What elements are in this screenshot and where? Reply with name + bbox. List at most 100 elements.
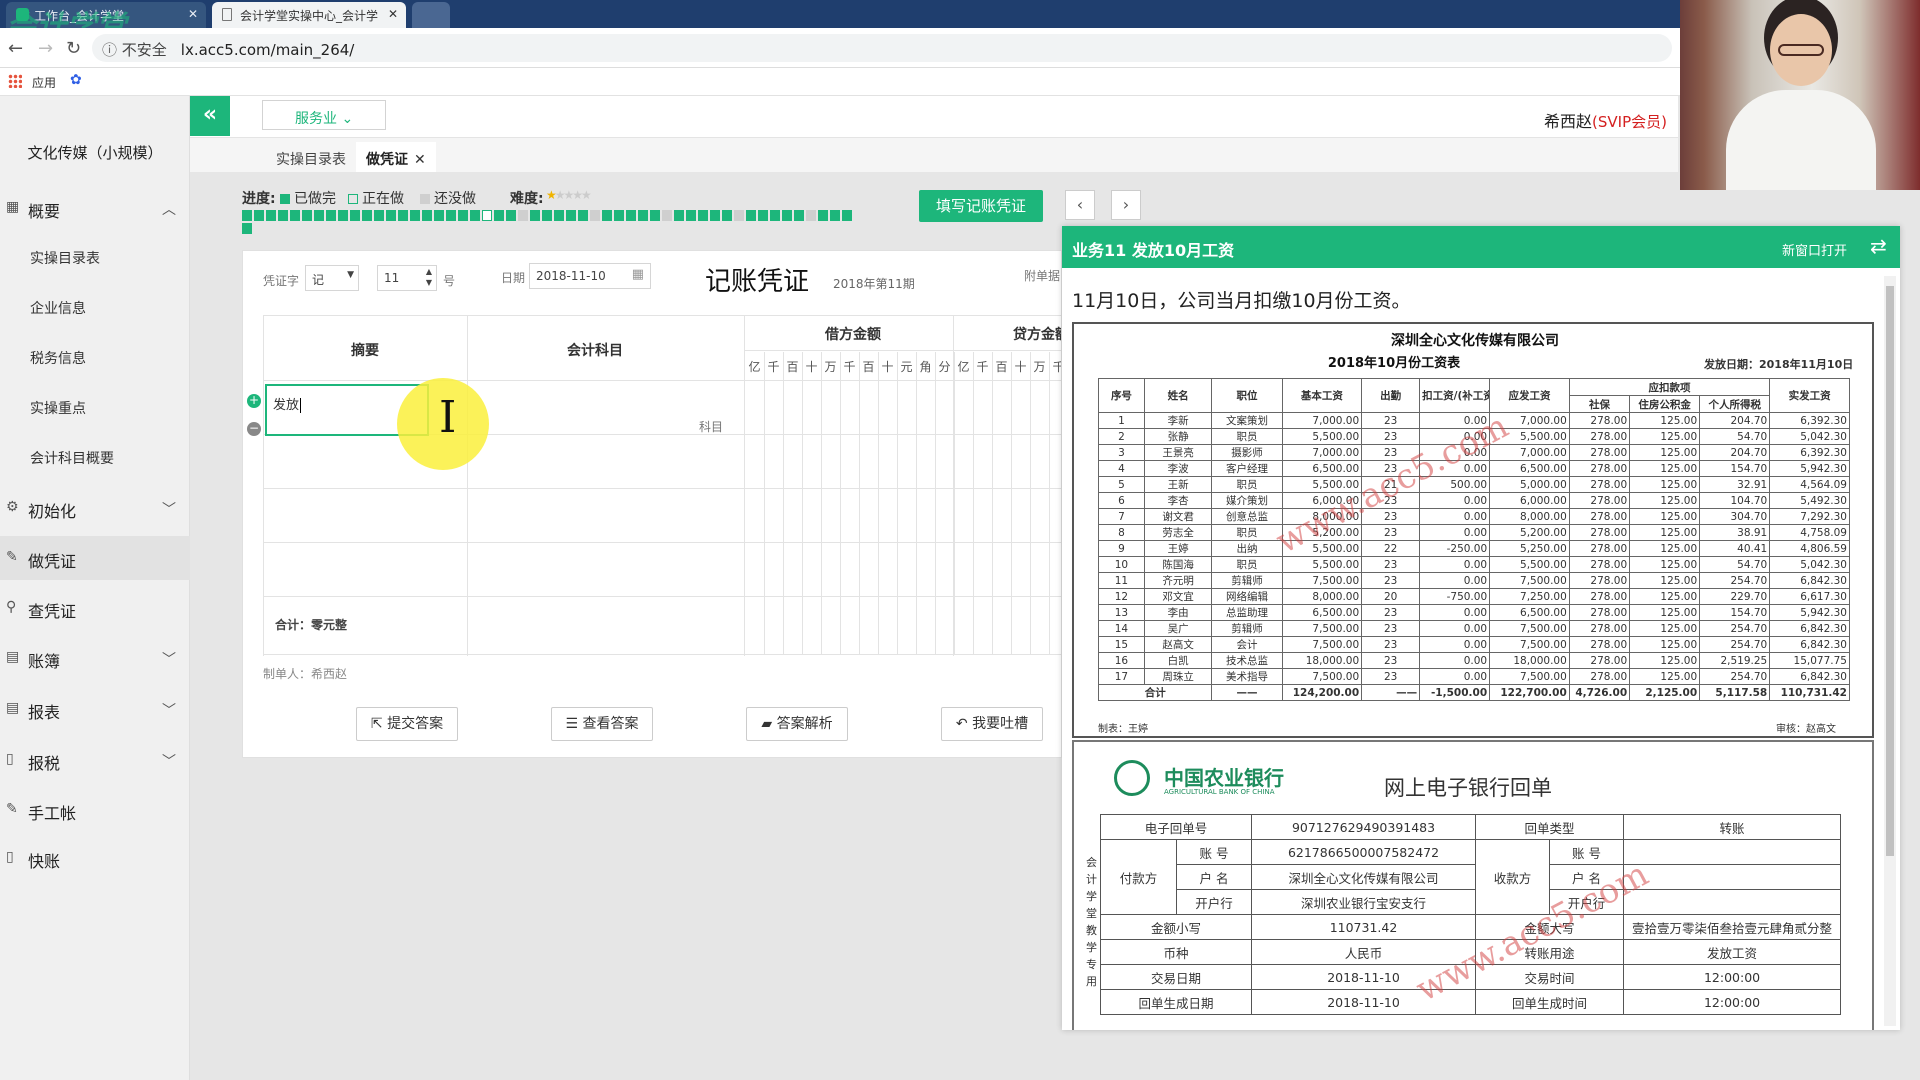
progress-cell[interactable]	[746, 210, 756, 221]
progress-cell[interactable]	[542, 210, 552, 221]
fill-voucher-button[interactable]: 填写记账凭证	[919, 190, 1043, 222]
user-info[interactable]: 希西赵(SVIP会员)	[1544, 108, 1667, 132]
remove-row-icon[interactable]: −	[247, 422, 261, 436]
open-new-window-link[interactable]: 新窗口打开	[1782, 240, 1847, 259]
sidebar-item-manual[interactable]: ✎ 手工帐	[0, 788, 190, 832]
progress-cell[interactable]	[398, 210, 408, 221]
progress-cell[interactable]	[578, 210, 588, 221]
url-field[interactable]: 不安全 lx.acc5.com/main_264/	[92, 34, 1672, 62]
progress-cell[interactable]	[662, 210, 672, 221]
progress-cell[interactable]	[806, 210, 816, 221]
progress-cell[interactable]	[842, 210, 852, 221]
sidebar-item-ledger[interactable]: ▤ 账簿 ﹀	[0, 636, 190, 680]
progress-cell[interactable]	[434, 210, 444, 221]
progress-cell[interactable]	[242, 210, 252, 221]
progress-cell[interactable]	[446, 210, 456, 221]
close-icon[interactable]: ✕	[414, 152, 426, 168]
forward-icon[interactable]: →	[38, 38, 53, 59]
sidebar-item-make-voucher[interactable]: ✎ 做凭证	[0, 536, 190, 580]
sidebar-item-query-voucher[interactable]: ⚲ 查凭证	[0, 586, 190, 630]
stepper-arrows-icon[interactable]: ▲ ▼	[426, 266, 432, 288]
submit-answer-button[interactable]: ⇱ 提交答案	[356, 707, 458, 741]
sidebar-sub-key-points[interactable]: 实操重点	[30, 398, 86, 418]
sidebar-item-reports[interactable]: ▤ 报表 ﹀	[0, 687, 190, 731]
scrollbar-thumb[interactable]	[1886, 286, 1894, 856]
progress-cell[interactable]	[350, 210, 360, 221]
progress-cell[interactable]	[506, 210, 516, 221]
progress-cell[interactable]	[326, 210, 336, 221]
baidu-paw-icon[interactable]: ✿	[70, 72, 82, 88]
progress-cell[interactable]	[782, 210, 792, 221]
progress-cell[interactable]	[254, 210, 264, 221]
feedback-button[interactable]: ↶ 我要吐槽	[941, 707, 1043, 741]
progress-cell[interactable]	[518, 210, 528, 221]
progress-cell[interactable]	[818, 210, 828, 221]
progress-cell[interactable]	[374, 210, 384, 221]
answer-analysis-button[interactable]: ▰ 答案解析	[746, 707, 848, 741]
voucher-word-select[interactable]: 记 ▼	[305, 265, 359, 291]
reload-icon[interactable]: ↻	[66, 38, 81, 59]
view-answer-button[interactable]: ☰ 查看答案	[551, 707, 653, 741]
progress-cell[interactable]	[590, 210, 600, 221]
add-row-icon[interactable]: +	[247, 394, 261, 408]
account-hint[interactable]: 科目	[699, 418, 723, 435]
voucher-number-stepper[interactable]: 11 ▲ ▼	[377, 265, 437, 291]
progress-cell[interactable]	[794, 210, 804, 221]
prev-page-button[interactable]: ‹	[1065, 190, 1095, 220]
progress-cell[interactable]	[734, 210, 744, 221]
progress-cell[interactable]	[290, 210, 300, 221]
security-indicator[interactable]: 不安全	[102, 41, 167, 59]
close-tab-icon[interactable]: ✕	[188, 7, 198, 21]
industry-dropdown[interactable]: 服务业 ⌄	[262, 100, 386, 130]
progress-cell[interactable]	[554, 210, 564, 221]
progress-cell[interactable]	[614, 210, 624, 221]
switch-icon[interactable]: ⇄	[1870, 234, 1887, 258]
progress-cell[interactable]	[530, 210, 540, 221]
progress-cell[interactable]	[758, 210, 768, 221]
new-tab-button[interactable]	[412, 2, 450, 28]
date-field[interactable]: 2018-11-10 ▦	[529, 263, 651, 289]
progress-cell[interactable]	[566, 210, 576, 221]
progress-cell[interactable]	[686, 210, 696, 221]
progress-cell[interactable]	[278, 210, 288, 221]
progress-cell[interactable]	[602, 210, 612, 221]
progress-cell[interactable]	[650, 210, 660, 221]
sidebar-sub-tax-info[interactable]: 税务信息	[30, 348, 86, 368]
progress-cell[interactable]	[494, 210, 504, 221]
progress-cell[interactable]	[422, 210, 432, 221]
sidebar-sub-account-overview[interactable]: 会计科目概要	[30, 448, 114, 468]
progress-cell[interactable]	[770, 210, 780, 221]
progress-cell[interactable]	[674, 210, 684, 221]
progress-cell[interactable]	[626, 210, 636, 221]
browser-tab-practice[interactable]: 会计学堂实操中心_会计学 ✕	[212, 2, 406, 28]
progress-cell[interactable]	[470, 210, 480, 221]
sidebar-item-overview[interactable]: ▦ 概要 ︿	[0, 186, 190, 230]
progress-cell[interactable]	[362, 210, 372, 221]
back-icon[interactable]: ←	[8, 38, 23, 59]
progress-cell[interactable]	[710, 210, 720, 221]
progress-cell[interactable]	[302, 210, 312, 221]
progress-cell[interactable]	[638, 210, 648, 221]
progress-cell[interactable]	[722, 210, 732, 221]
close-tab-icon[interactable]: ✕	[388, 7, 398, 21]
progress-cell[interactable]	[242, 223, 252, 234]
progress-cell[interactable]	[314, 210, 324, 221]
progress-cell[interactable]	[830, 210, 840, 221]
sidebar-sub-catalog[interactable]: 实操目录表	[30, 248, 100, 268]
calendar-icon[interactable]: ▦	[632, 267, 644, 282]
next-page-button[interactable]: ›	[1111, 190, 1141, 220]
collapse-sidebar-button[interactable]: «	[190, 96, 230, 136]
progress-cell[interactable]	[266, 210, 276, 221]
bookmark-apps[interactable]: 应用	[32, 74, 56, 91]
progress-cell[interactable]	[458, 210, 468, 221]
sidebar-sub-company-info[interactable]: 企业信息	[30, 298, 86, 318]
apps-grid-icon[interactable]	[8, 74, 22, 88]
progress-cell[interactable]	[410, 210, 420, 221]
progress-cell[interactable]	[482, 210, 492, 221]
sidebar-item-tax[interactable]: ▯ 报税 ﹀	[0, 738, 190, 782]
sidebar-item-quick[interactable]: ▯ 快账	[0, 836, 190, 880]
tab-catalog[interactable]: 实操目录表	[266, 142, 356, 172]
tab-make-voucher[interactable]: 做凭证 ✕	[356, 142, 436, 172]
progress-cell[interactable]	[386, 210, 396, 221]
task-scrollbar[interactable]	[1884, 276, 1896, 1026]
